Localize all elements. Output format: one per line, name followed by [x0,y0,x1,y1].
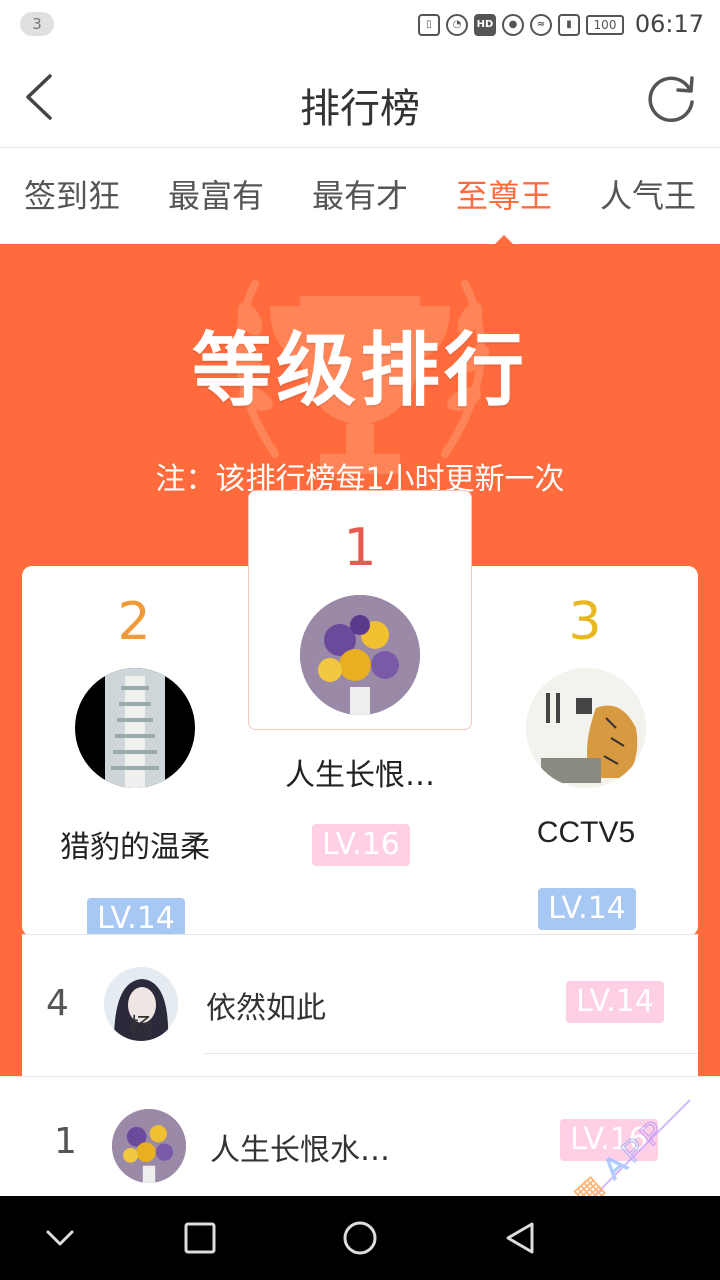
title-bar: 排行榜 [0,50,720,148]
username-rank-3: CCTV5 [536,816,636,849]
row-divider [204,1053,698,1054]
alarm-icon: ◔ [446,14,468,36]
back-triangle-icon[interactable] [496,1214,544,1262]
status-icons: ▯ ◔ HD ● ≈ ▮ [418,10,580,40]
list-item[interactable]: 4 杨 依然如此 LV.14 [22,934,698,1076]
rank-2-number: 2 [117,592,151,652]
notification-count-badge: 3 [20,12,54,36]
list-item-name: 依然如此 [206,991,326,1026]
chevron-down-icon[interactable] [36,1214,84,1262]
avatar-rank-3[interactable] [526,668,646,788]
avatar-rank-2[interactable] [75,668,195,788]
refresh-icon[interactable] [646,72,698,124]
avatar-rank-1[interactable] [300,595,420,715]
level-badge-rank-3: LV.14 [538,888,636,930]
ranking-tabs: 签到狂 最富有 最有才 至尊王 人气王 [0,149,720,244]
my-username: 人生长恨水… [210,1133,390,1168]
page-title: 排行榜 [300,86,420,132]
tab-talent[interactable]: 最有才 [288,149,432,244]
my-avatar [112,1109,186,1183]
pagoda-image [105,668,165,788]
list-item-level: LV.14 [566,981,664,1023]
hd-icon: HD [474,14,496,36]
signal-icon: ▮ [558,14,580,36]
flowers-image [112,1109,186,1183]
username-rank-2: 猎豹的温柔 [60,830,210,865]
tab-popular[interactable]: 人气王 [576,149,720,244]
level-badge-rank-1: LV.16 [312,824,410,866]
battery-icon: 100 [586,15,624,35]
list-item-rank: 4 [46,983,69,1024]
status-bar: 3 ▯ ◔ HD ● ≈ ▮ 100 06:17 [0,0,720,50]
home-icon[interactable] [336,1214,384,1262]
vibrate-icon: ▯ [418,14,440,36]
avatar-label: 杨 [129,1013,153,1041]
tab-checkin[interactable]: 签到狂 [0,149,144,244]
rank-1-number: 1 [343,518,377,578]
wifi-icon: ≈ [530,14,552,36]
eye-icon: ● [502,14,524,36]
flowers-image [300,595,420,715]
banner-title: 等级排行 [192,324,528,417]
my-rank-number: 1 [54,1121,77,1162]
rank-3-number: 3 [568,592,602,652]
my-level-badge: LV.16 [560,1119,658,1161]
clock: 06:17 [634,10,704,38]
avatar: 杨 [104,967,178,1041]
tiger-painting-image [526,668,646,788]
my-rank-bar[interactable]: 1 人生长恨水… LV.16 [0,1076,720,1196]
system-navigation-bar [0,1196,720,1280]
recent-apps-icon[interactable] [176,1214,224,1262]
username-rank-1: 人生长恨… [285,758,435,793]
tab-richest[interactable]: 最富有 [144,149,288,244]
tab-supreme[interactable]: 至尊王 [432,149,576,244]
